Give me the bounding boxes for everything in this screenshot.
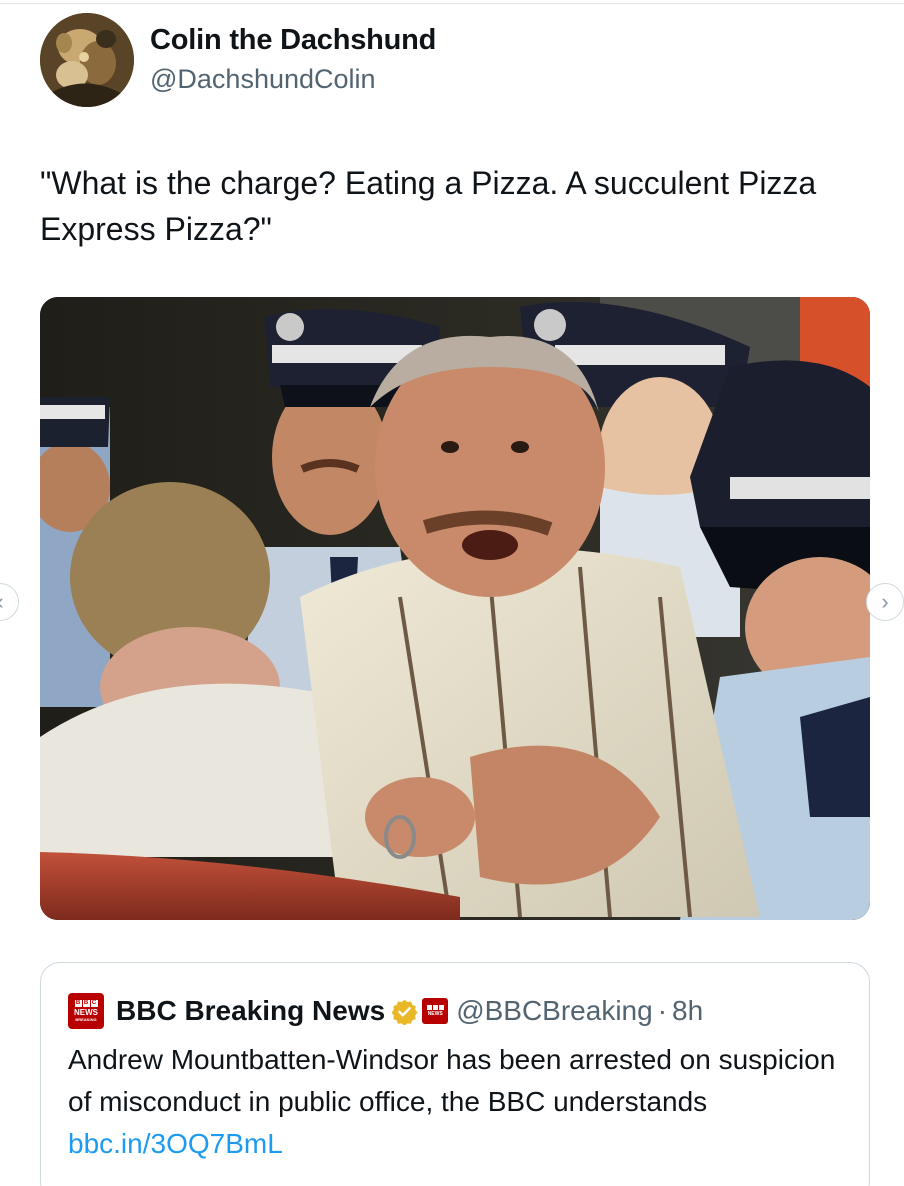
quoted-tweet-header: BBC NEWS BREAKING BBC Breaking News NEWS… bbox=[68, 991, 703, 1031]
quoted-timestamp[interactable]: 8h bbox=[672, 995, 703, 1027]
chevron-right-icon[interactable]: › bbox=[866, 583, 904, 621]
painting-avatar-icon[interactable] bbox=[40, 13, 134, 107]
author-handle[interactable]: @DachshundColin bbox=[150, 64, 376, 95]
bbc-news-avatar-icon[interactable]: BBC NEWS BREAKING bbox=[68, 993, 104, 1029]
quoted-display-name[interactable]: BBC Breaking News bbox=[116, 995, 385, 1027]
top-divider bbox=[0, 3, 904, 4]
chevron-left-icon[interactable]: ‹ bbox=[0, 583, 19, 621]
quoted-tweet-text: Andrew Mountbatten-Windsor has been arre… bbox=[68, 1039, 848, 1165]
quoted-text-content: Andrew Mountbatten-Windsor has been arre… bbox=[68, 1044, 836, 1117]
tweet-page: Colin the Dachshund @DachshundColin "Wha… bbox=[0, 0, 904, 1186]
verified-gold-badge-icon bbox=[391, 999, 418, 1025]
separator-dot: · bbox=[657, 995, 668, 1026]
quoted-handle[interactable]: @BBCBreaking bbox=[456, 995, 653, 1027]
news-photo-arrest-image[interactable] bbox=[40, 297, 870, 920]
tweet-text: "What is the charge? Eating a Pizza. A s… bbox=[40, 165, 817, 247]
author-display-name[interactable]: Colin the Dachshund bbox=[150, 24, 436, 57]
bbc-logo-text: NEWS bbox=[74, 1008, 98, 1017]
bbc-logo-subtext: BREAKING bbox=[75, 1017, 97, 1022]
quoted-link[interactable]: bbc.in/3OQ7BmL bbox=[68, 1128, 283, 1159]
bbc-news-affiliate-icon: NEWS bbox=[422, 998, 449, 1024]
quoted-tweet-card[interactable]: BBC NEWS BREAKING BBC Breaking News NEWS… bbox=[40, 962, 870, 1186]
